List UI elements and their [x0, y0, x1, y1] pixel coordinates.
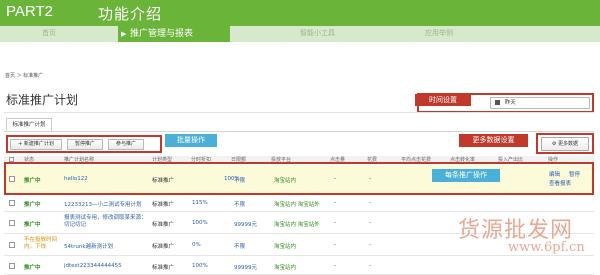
row-discount: 115% — [192, 200, 208, 206]
row-status: 不在投放时间内，下线 — [24, 237, 58, 250]
new-plan-button[interactable]: + 新建推广计划 — [10, 139, 62, 150]
row-type: 标准推广 — [152, 202, 175, 208]
pause-button[interactable]: 暂停推广 — [67, 139, 103, 150]
page-title: 标准推广计划 — [6, 93, 79, 107]
row-platform: 淘宝站内 — [274, 244, 297, 250]
nav-item-label: 推广管理与报表 — [130, 29, 194, 39]
row-status: 推广中 — [24, 202, 41, 208]
divider — [4, 112, 594, 113]
top-nav: 首页 ▶ 推广管理与报表 智能小工具 应用举例 — [0, 26, 600, 42]
row-checkbox[interactable] — [9, 220, 15, 226]
time-setting-callout: 时间设置 — [415, 94, 471, 106]
row-cost: - — [369, 263, 371, 269]
row-plan-name[interactable]: 54trunk越新测计划 — [64, 242, 113, 250]
play-arrow-icon: ▶ — [121, 30, 127, 38]
single-row-operation-callout: 每条推广操作 — [432, 169, 500, 182]
row-discount: 0% — [192, 242, 201, 248]
row-checkbox[interactable] — [9, 242, 15, 248]
watermark-url: www.6pf.cn — [508, 240, 585, 255]
row-cost: - — [369, 242, 371, 248]
part-label: PART2 — [6, 3, 53, 20]
row-type: 标准推广 — [152, 265, 175, 271]
row-plan-name[interactable]: 报表测试专用，修改调取某来源：切记切记 — [64, 215, 148, 229]
section-title: 功能介绍 — [98, 5, 163, 23]
row-discount: 100% — [192, 263, 208, 269]
row-plan-name[interactable]: 12233213—小二测试专用计划 — [64, 200, 142, 208]
batch-callout: 批量操作 — [165, 134, 217, 147]
row-cost: - — [369, 220, 371, 226]
row-platform: 淘宝站内 淘宝站外 — [274, 202, 320, 208]
row-limit: 不限 — [234, 202, 246, 208]
nav-item-home[interactable]: 首页 — [42, 28, 56, 38]
date-range-value: 昨天 — [504, 100, 516, 106]
row-platform: 淘宝站内 — [274, 265, 297, 271]
header-bar: PART2 功能介绍 — [0, 0, 600, 26]
nav-item-examples[interactable]: 应用举例 — [425, 28, 453, 38]
table-row: 推广中 12233213—小二测试专用计划 标准推广 115% 不限 淘宝站内 … — [4, 195, 594, 212]
tab-underline — [4, 131, 594, 132]
more-data-button[interactable]: ⚙ 更多数据 — [541, 137, 589, 151]
more-data-label: 更多数据 — [558, 141, 579, 147]
row-limit: 99999元 — [234, 222, 257, 228]
row-type: 标准推广 — [152, 244, 175, 250]
row-discount: 100% — [192, 220, 208, 226]
join-button[interactable]: 参与推广 — [108, 139, 144, 150]
nav-item-promotion-management[interactable]: ▶ 推广管理与报表 — [118, 26, 230, 42]
row-clicks: - — [334, 220, 336, 226]
row-checkbox[interactable] — [9, 263, 15, 269]
row-limit: 不限 — [234, 244, 246, 250]
row-cost: - — [369, 200, 371, 206]
table-row: 推广中 jdtest223344444455 标准推广 100% 99999元 … — [4, 256, 594, 275]
row-limit: 99999元 — [234, 265, 257, 271]
row-status: 推广中 — [24, 222, 41, 228]
row-clicks: - — [334, 263, 336, 269]
nav-item-smart-tools[interactable]: 智能小工具 — [300, 28, 335, 38]
row-platform: 淘宝站内 淘宝站外 — [274, 222, 320, 228]
row-clicks: - — [334, 242, 336, 248]
row-checkbox[interactable] — [9, 200, 15, 206]
tab-standard-plan[interactable]: 标准推广计划 — [6, 118, 52, 132]
row-operation-highlight — [4, 162, 594, 195]
breadcrumb: 首页 ＞ 标准推广 — [5, 73, 44, 79]
row-type: 标准推广 — [152, 222, 175, 228]
row-status: 推广中 — [24, 265, 41, 271]
row-clicks: - — [334, 200, 336, 206]
more-data-setting-callout: 更多数据设置 — [459, 134, 528, 147]
date-range-select[interactable]: 昨天 — [490, 97, 590, 109]
calendar-icon — [495, 100, 500, 105]
row-plan-name[interactable]: jdtest223344444455 — [64, 263, 122, 269]
